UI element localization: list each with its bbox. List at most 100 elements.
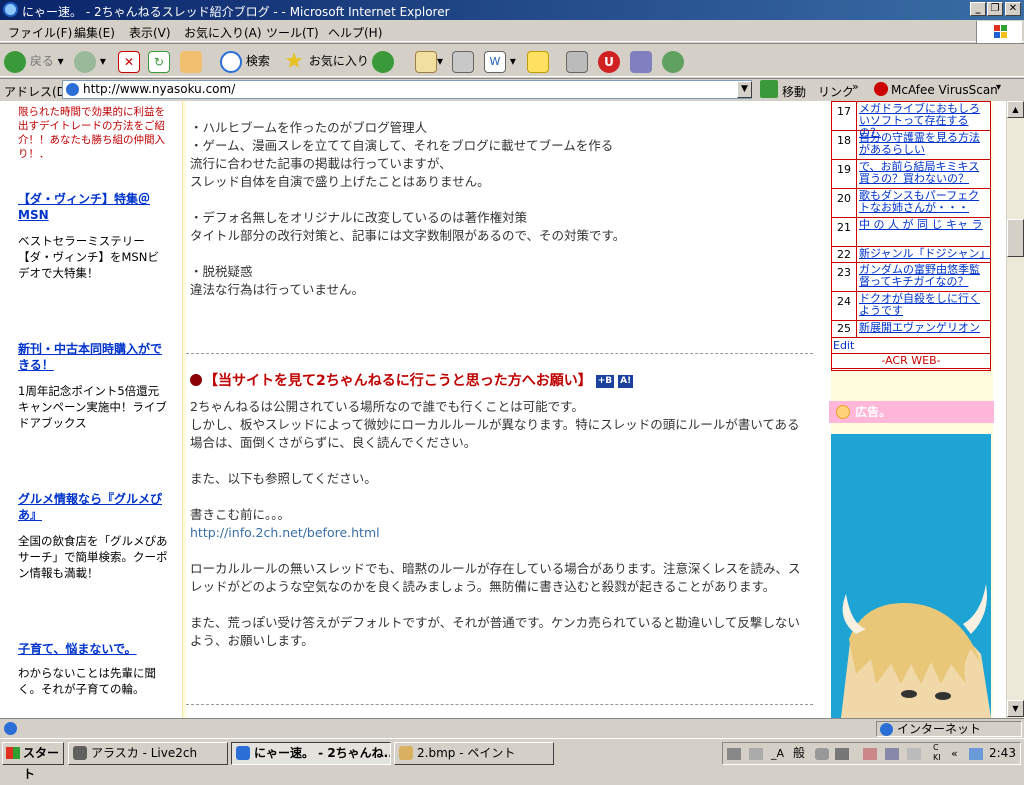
ad-daytrade[interactable]: 限られた時間で効果的に利益を出すデイトレードの方法をご紹介！！あなたも勝ち組の仲… [18, 105, 168, 161]
ime-mode[interactable]: _A [771, 743, 784, 764]
u-logo-icon: U [598, 50, 620, 73]
close-button[interactable]: ✕ [1005, 2, 1021, 16]
chevron-left-icon[interactable]: « [951, 743, 958, 764]
ranking-row[interactable]: 19 で、お前ら結局キミキス買うの？買わないの？ [832, 160, 990, 189]
vertical-scrollbar[interactable]: ▲ ▼ [1006, 101, 1024, 718]
pen-icon[interactable] [863, 748, 877, 760]
post-line: 書きこむ前に。。。 [190, 507, 291, 522]
address-dropdown-button[interactable]: ▼ [737, 81, 752, 98]
edit-button[interactable]: W ▾ [484, 49, 516, 73]
ad-title[interactable]: グルメ情報なら『グルメぴあ』 [18, 491, 168, 523]
keyboard-icon[interactable] [727, 748, 741, 760]
ad-gourmet[interactable]: グルメ情報なら『グルメぴあ』 全国の飲食店を「グルメぴあサーチ」で簡単検索。クー… [18, 491, 168, 581]
u-button[interactable]: U [598, 49, 620, 73]
ad-davinci[interactable]: 【ダ・ヴィンチ】特集＠MSN ベストセラーミステリー【ダ・ヴィンチ】をMSNビデ… [18, 191, 168, 281]
scroll-down-button[interactable]: ▼ [1007, 700, 1024, 717]
note-button[interactable] [527, 49, 549, 73]
home-button[interactable] [180, 49, 202, 73]
page-status-icon [4, 722, 17, 735]
menu-tools[interactable]: ツール(T) [266, 24, 319, 41]
mail-icon[interactable] [885, 748, 899, 760]
address-label: アドレス(D) [4, 85, 71, 99]
left-ad-column: 限られた時間で効果的に利益を出すデイトレードの方法をご紹介！！あなたも勝ち組の仲… [0, 101, 183, 718]
social-bookmark-badge[interactable]: A! [618, 375, 634, 388]
ranking-edit-link[interactable]: Edit [833, 339, 854, 352]
ranking-row[interactable]: 20 歌もダンスもパーフェクトなお姉さんが・・・ [832, 189, 990, 218]
menu-file[interactable]: ファイル(F) [8, 24, 72, 41]
print-button[interactable] [452, 49, 474, 73]
note-icon [527, 50, 549, 73]
ad-childcare[interactable]: 子育て、悩まないで。 わからないことは先輩に聞く。それが子育ての輪。 [18, 641, 168, 697]
chevron-down-icon[interactable]: ▾ [996, 82, 1001, 93]
ad-title[interactable]: 新刊・中古本同時購入ができる！ [18, 341, 168, 373]
go-button[interactable]: 移動 [782, 83, 806, 100]
task-ie[interactable]: にゃー速。 - 2ちゃんね... [231, 742, 391, 765]
address-input[interactable]: http://www.nyasoku.com/ [62, 80, 752, 99]
ad-banner-image[interactable] [831, 434, 991, 718]
caps-indicator: C KI [933, 743, 941, 762]
links-button[interactable]: リンク [818, 83, 854, 100]
window-title: にゃー速。 - 2ちゃんねるスレッド紹介ブログ - - Microsoft In… [22, 5, 450, 19]
network-icon[interactable] [969, 748, 983, 760]
scroll-up-button[interactable]: ▲ [1007, 101, 1024, 118]
menu-help[interactable]: ヘルプ(H) [328, 24, 382, 41]
hatena-bookmark-badge[interactable]: +B [595, 375, 615, 388]
ime-dictionary[interactable]: 般 [793, 743, 805, 764]
main-column: ・ハルヒブームを作ったのがブログ管理人 ・ゲーム、漫画スレを立てて自演して、それ… [186, 101, 813, 718]
post-line: 違法な行為は行っていません。 [190, 282, 365, 297]
history-button[interactable] [372, 49, 394, 73]
stop-button[interactable]: ✕ [118, 49, 140, 73]
menu-view[interactable]: 表示(V) [129, 24, 171, 41]
start-button[interactable]: スタート [2, 742, 64, 781]
search-button[interactable]: 検索 [220, 49, 270, 73]
post-line: ・ハルヒブームを作ったのがブログ管理人 [190, 120, 428, 135]
ranking-row[interactable]: 25 新展開エヴァンゲリオン [832, 321, 990, 338]
post-divider [186, 704, 813, 705]
chevron-right-icon[interactable]: » [852, 80, 859, 93]
go-arrow-icon [760, 80, 778, 98]
favorites-button[interactable]: ★ お気に入り [283, 49, 369, 73]
ime-tool-icon[interactable] [815, 748, 829, 760]
ranking-row[interactable]: 21 中 の 人 が 同 じ キャ ラ [832, 218, 990, 247]
help-icon[interactable] [907, 748, 921, 760]
ranking-row[interactable]: 18 自分の守護霊を見る方法があるらしい [832, 131, 990, 160]
security-zone: インターネット [876, 721, 1022, 737]
circle-icon [836, 405, 850, 419]
ranking-row[interactable]: 23 ガンダムの富野由悠季監督ってキチガイなの？ [832, 263, 990, 292]
maximize-button[interactable]: ❐ [987, 2, 1003, 16]
ad-title[interactable]: 子育て、悩まないで。 [18, 641, 168, 657]
ranking-row[interactable]: 17 メガドライブにおもしろいソフトって存在するの？ [832, 102, 990, 139]
before-link[interactable]: http://info.2ch.net/before.html [190, 524, 380, 542]
menu-edit[interactable]: 編集(E) [74, 24, 115, 41]
ranking-row[interactable]: 24 ドクオが自殺をしに行くようです [832, 292, 990, 321]
ad-header: 広告。 [829, 401, 994, 423]
post-title[interactable]: 【当サイトを見て2ちゃんねるに行こうと思った方へお願い】 +B A! [190, 372, 634, 390]
task-live2ch[interactable]: アラスカ - Live2ch [68, 742, 228, 765]
back-button[interactable]: 戻る ▾ [4, 49, 64, 73]
menu-favorites[interactable]: お気に入り(A) [184, 24, 262, 41]
contacts-button[interactable] [662, 49, 684, 73]
minimize-button[interactable]: _ [970, 2, 986, 16]
mcafee-button[interactable]: McAfee VirusScan [891, 83, 998, 97]
task-paint[interactable]: 2.bmp - ペイント [394, 742, 554, 765]
forward-button[interactable]: ▾ [74, 49, 106, 73]
scroll-thumb[interactable] [1007, 219, 1024, 257]
research-button[interactable] [630, 49, 652, 73]
system-tray: _A 般 C KI « 2:43 [722, 742, 1021, 765]
mail-button[interactable]: ▾ [415, 49, 443, 73]
ime-pad-icon[interactable] [835, 748, 849, 760]
acr-web-link[interactable]: -ACR WEB- [831, 353, 991, 369]
star-icon: ★ [284, 48, 304, 74]
ranking-row[interactable]: 22 新ジャンル「ドジシャン」 [832, 247, 990, 263]
ie-logo-icon [3, 2, 18, 17]
ad-title[interactable]: 【ダ・ヴィンチ】特集＠MSN [18, 191, 168, 223]
messenger-button[interactable] [566, 49, 588, 73]
mail-icon [415, 50, 437, 73]
mcafee-icon [874, 82, 888, 96]
clock: 2:43 [989, 746, 1016, 760]
ime-icon[interactable] [749, 748, 763, 760]
refresh-button[interactable]: ↻ [148, 49, 170, 73]
post-line: レッドがどのような空気なのかを良く読みましょう。無防備に書き込むと殺戮が起きるこ… [190, 579, 776, 594]
post-line: ・ゲーム、漫画スレを立てて自演して、それをブログに載せてブームを作る [190, 138, 614, 153]
ad-books[interactable]: 新刊・中古本同時購入ができる！ 1周年記念ポイント5倍還元キャンペーン実施中！ラ… [18, 341, 168, 431]
